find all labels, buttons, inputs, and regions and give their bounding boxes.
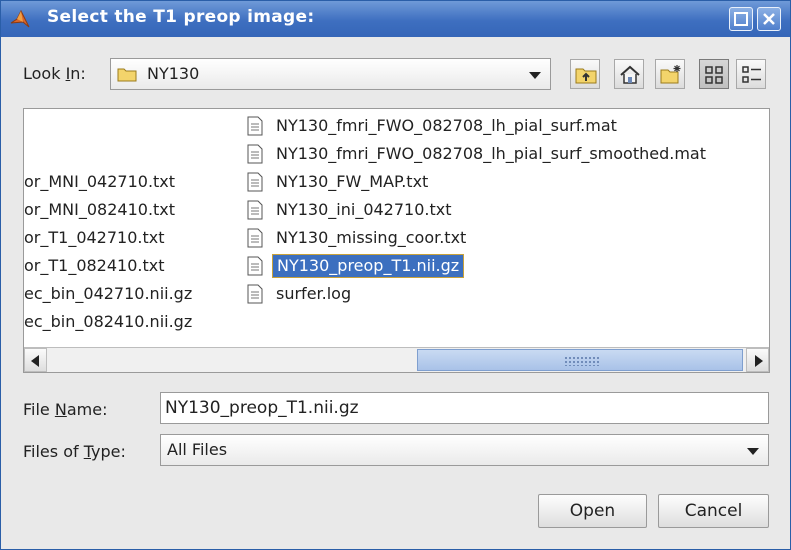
scroll-left-button[interactable]: [24, 348, 47, 372]
document-icon: [247, 144, 263, 164]
new-folder-icon: [660, 65, 681, 84]
up-one-level-button[interactable]: [570, 59, 600, 89]
arrow-right-icon: [755, 355, 763, 367]
look-in-combobox[interactable]: NY130: [110, 58, 551, 90]
chevron-down-icon[interactable]: [529, 72, 541, 79]
scrollbar-thumb[interactable]: [417, 349, 743, 371]
list-item[interactable]: NY130_ini_042710.txt: [246, 197, 769, 223]
document-icon: [247, 200, 263, 220]
list-item[interactable]: ec_bin_082410.nii.gz: [24, 309, 244, 335]
grip-icon: [564, 356, 600, 366]
list-view-toggle[interactable]: [699, 59, 729, 89]
maximize-icon: [734, 12, 748, 26]
scroll-right-button[interactable]: [746, 348, 769, 372]
maximize-button[interactable]: [729, 7, 753, 31]
file-name-input[interactable]: [161, 393, 768, 423]
horizontal-scrollbar[interactable]: [24, 347, 769, 372]
matlab-logo-icon: [10, 9, 30, 28]
document-icon: [247, 172, 263, 192]
open-button[interactable]: Open: [538, 494, 647, 528]
details-view-toggle[interactable]: [736, 59, 766, 89]
new-folder-button[interactable]: [655, 59, 685, 89]
list-item[interactable]: NY130_fmri_FWO_082708_lh_pial_surf_smoot…: [246, 141, 769, 167]
list-item[interactable]: NY130_FW_MAP.txt: [246, 169, 769, 195]
document-icon: [247, 116, 263, 136]
list-view-icon: [705, 66, 723, 84]
document-icon: [247, 256, 263, 276]
close-icon: [763, 13, 775, 25]
title-bar[interactable]: Select the T1 preop image:: [1, 1, 790, 37]
up-folder-icon: [575, 68, 597, 84]
list-item[interactable]: or_MNI_042710.txt: [24, 169, 244, 195]
file-name-label: File Name:: [23, 400, 108, 419]
list-item[interactable]: surfer.log: [246, 281, 769, 307]
list-item[interactable]: ec_bin_042710.nii.gz: [24, 281, 244, 307]
cancel-button[interactable]: Cancel: [658, 494, 769, 528]
files-of-type-label: Files of Type:: [23, 442, 126, 461]
look-in-value: NY130: [147, 64, 200, 83]
list-item[interactable]: NY130_fmri_FWO_082708_lh_pial_surf.mat: [246, 113, 769, 139]
home-icon: [620, 65, 640, 84]
document-icon: [247, 228, 263, 248]
files-of-type-combobox[interactable]: All Files: [160, 434, 769, 466]
list-item[interactable]: NY130_missing_coor.txt: [246, 225, 769, 251]
folder-icon: [117, 68, 137, 82]
look-in-label: Look In:: [23, 64, 86, 83]
file-chooser-dialog: Select the T1 preop image: Look In: NY13…: [0, 0, 791, 550]
file-list[interactable]: or_MNI_042710.txt or_MNI_082410.txt or_T…: [23, 108, 770, 373]
chevron-down-icon[interactable]: [747, 448, 759, 455]
details-view-icon: [742, 66, 761, 83]
document-icon: [247, 284, 263, 304]
arrow-left-icon: [31, 355, 39, 367]
list-item[interactable]: or_T1_042710.txt: [24, 225, 244, 251]
file-list-columns: or_MNI_042710.txt or_MNI_082410.txt or_T…: [24, 109, 769, 347]
list-item[interactable]: or_T1_082410.txt: [24, 253, 244, 279]
home-button[interactable]: [614, 59, 644, 89]
close-button[interactable]: [757, 7, 781, 31]
list-item[interactable]: or_MNI_082410.txt: [24, 197, 244, 223]
dialog-title: Select the T1 preop image:: [47, 7, 315, 27]
files-of-type-value: All Files: [167, 440, 228, 459]
file-name-field[interactable]: [160, 392, 769, 424]
list-item-selected[interactable]: NY130_preop_T1.nii.gz: [246, 253, 769, 279]
